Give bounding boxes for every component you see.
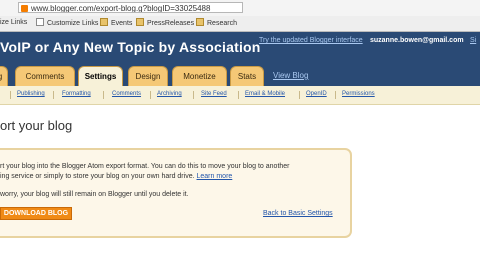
- blogger-favicon-icon: [21, 5, 28, 12]
- tab-settings[interactable]: Settings: [78, 66, 123, 87]
- export-description-line1: rt your blog into the Blogger Atom expor…: [0, 163, 290, 170]
- folder-icon: [196, 18, 204, 26]
- tab-label: Comments: [25, 72, 65, 81]
- bookmark-label: ize Links: [0, 19, 28, 26]
- subnav-divider: [335, 91, 336, 99]
- subnav-divider: [193, 91, 194, 99]
- bookmark-label: Research: [207, 20, 237, 27]
- subnav-divider: [10, 91, 11, 99]
- subnav-basic-partial[interactable]: [0, 91, 2, 97]
- tab-label: g: [0, 72, 2, 81]
- tab-label: Design: [135, 72, 161, 81]
- export-description-line2: ing service or simply to store your blog…: [0, 172, 232, 181]
- download-blog-button[interactable]: DOWNLOAD BLOG: [0, 207, 72, 220]
- blogger-header: VoIP or Any New Topic by Association Try…: [0, 32, 480, 87]
- bookmark-pressreleases[interactable]: PressReleases: [136, 18, 194, 29]
- bookmark-label: Customize Links: [47, 20, 99, 27]
- back-to-basic-settings-link[interactable]: Back to Basic Settings: [263, 210, 333, 217]
- view-blog-link[interactable]: View Blog: [273, 71, 308, 80]
- bookmark-label: Events: [111, 20, 133, 27]
- folder-icon: [100, 18, 108, 26]
- subnav-comments[interactable]: Comments: [112, 91, 141, 97]
- tab-posting[interactable]: g: [0, 66, 8, 86]
- blog-title: VoIP or Any New Topic by Association: [0, 39, 261, 55]
- browser-address-bar: www.blogger.com/export-blog.g?blogID=330…: [0, 0, 480, 17]
- subnav-formatting[interactable]: Formatting: [62, 91, 91, 97]
- url-field[interactable]: www.blogger.com/export-blog.g?blogID=330…: [18, 2, 243, 13]
- folder-icon: [136, 18, 144, 26]
- subnav-divider: [103, 91, 104, 99]
- tab-label: Settings: [84, 72, 117, 81]
- subnav-openid[interactable]: OpenID: [306, 91, 327, 97]
- bookmark-research[interactable]: Research: [196, 18, 237, 29]
- url-text: www.blogger.com/export-blog.g?blogID=330…: [31, 4, 211, 13]
- subnav-email-mobile[interactable]: Email & Mobile: [245, 91, 285, 97]
- user-email: suzanne.bowen@gmail.com: [370, 37, 464, 44]
- tab-monetize[interactable]: Monetize: [172, 66, 227, 86]
- subnav-divider: [238, 91, 239, 99]
- subnav-divider: [53, 91, 54, 99]
- export-description-text: ing service or simply to store your blog…: [0, 173, 195, 180]
- subnav-archiving[interactable]: Archiving: [157, 91, 182, 97]
- tab-comments[interactable]: Comments: [15, 66, 75, 86]
- tab-design[interactable]: Design: [128, 66, 168, 86]
- settings-subnav: Publishing Formatting Comments Archiving…: [0, 86, 480, 105]
- subnav-divider: [299, 91, 300, 99]
- bookmarks-bar: ize Links Customize Links Events PressRe…: [0, 16, 480, 32]
- subnav-permissions[interactable]: Permissions: [342, 91, 375, 97]
- export-reassurance-text: worry, your blog will still remain on Bl…: [0, 191, 189, 198]
- bookmark-events[interactable]: Events: [100, 18, 132, 29]
- learn-more-link[interactable]: Learn more: [197, 173, 233, 180]
- tab-label: Stats: [237, 72, 257, 81]
- sign-out-link[interactable]: Si: [470, 37, 476, 44]
- subnav-divider: [150, 91, 151, 99]
- bookmark-label: PressReleases: [147, 20, 195, 27]
- page-icon: [36, 18, 44, 26]
- bookmark-customize-links[interactable]: Customize Links: [36, 18, 98, 29]
- page-title: ort your blog: [0, 118, 73, 133]
- tab-label: Monetize: [183, 72, 216, 81]
- subnav-publishing[interactable]: Publishing: [17, 91, 45, 97]
- subnav-site-feed[interactable]: Site Feed: [201, 91, 227, 97]
- bookmark-customize-links-partial[interactable]: ize Links: [0, 18, 27, 28]
- try-updated-interface-link[interactable]: Try the updated Blogger interface: [259, 37, 363, 44]
- tab-stats[interactable]: Stats: [230, 66, 264, 86]
